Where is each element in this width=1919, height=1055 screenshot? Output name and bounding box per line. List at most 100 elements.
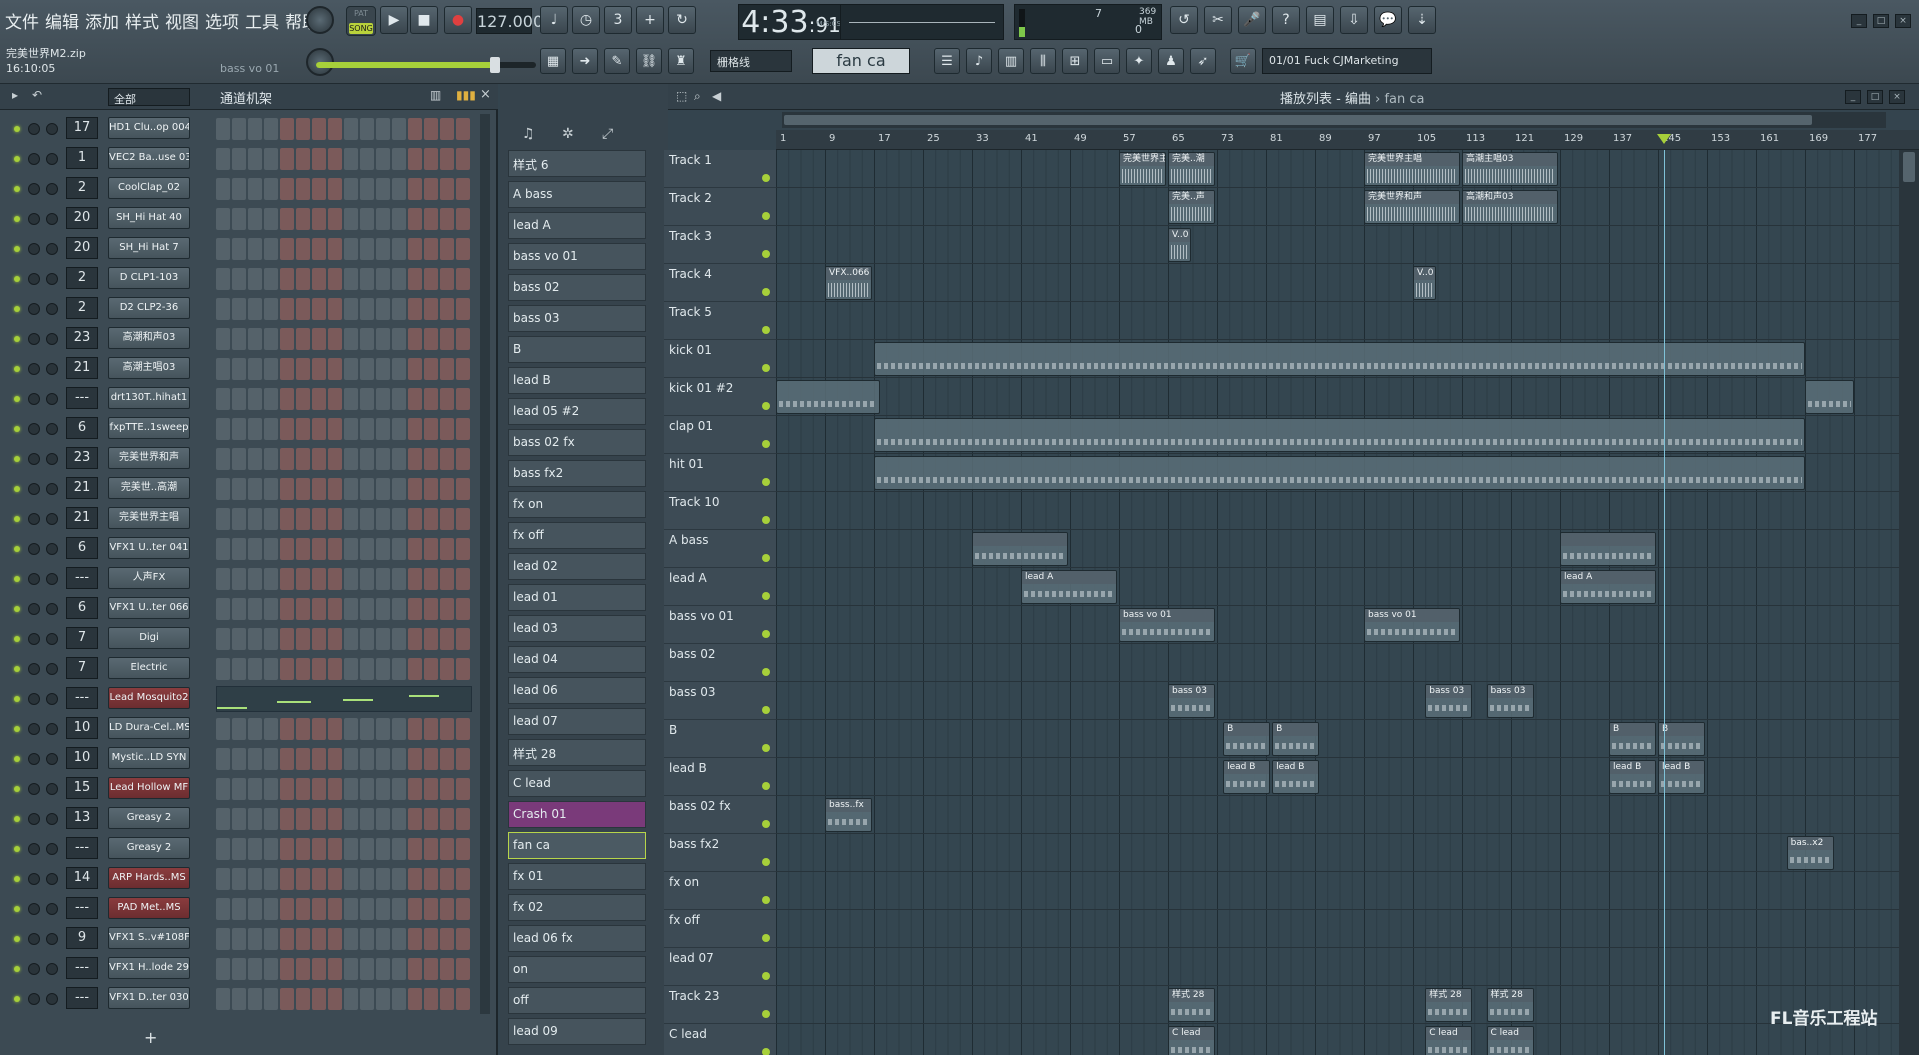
step-button[interactable] xyxy=(456,958,470,980)
rack-menu-icon[interactable]: ▸ xyxy=(12,88,18,102)
step-button[interactable] xyxy=(392,808,406,830)
step-button[interactable] xyxy=(408,358,422,380)
pattern-clip[interactable]: lead A xyxy=(1021,570,1117,604)
step-button[interactable] xyxy=(376,838,390,860)
step-button[interactable] xyxy=(296,718,310,740)
step-button[interactable] xyxy=(328,658,342,680)
channel-mixer-track[interactable]: 7 xyxy=(66,657,98,679)
track-header[interactable]: lead A xyxy=(664,568,776,606)
menu-edit[interactable]: 编辑 xyxy=(44,8,80,33)
track-header[interactable]: B xyxy=(664,720,776,758)
step-button[interactable] xyxy=(424,268,438,290)
step-button[interactable] xyxy=(216,808,230,830)
step-button[interactable] xyxy=(360,178,374,200)
step-button[interactable] xyxy=(456,868,470,890)
audio-clip[interactable]: 完美世界主唱 xyxy=(1119,152,1166,186)
channel-mute-led[interactable] xyxy=(14,636,20,642)
playlist-horizontal-scrollbar[interactable] xyxy=(782,112,1886,128)
step-button[interactable] xyxy=(328,598,342,620)
step-button[interactable] xyxy=(360,328,374,350)
channel-pan-knob[interactable] xyxy=(46,123,58,135)
channel-row[interactable]: 6 VFX1 U..ter 066 xyxy=(0,594,490,624)
channel-row[interactable]: 7 Digi xyxy=(0,624,490,654)
pattern-picker-item[interactable]: lead B xyxy=(508,367,646,394)
step-button[interactable] xyxy=(440,358,454,380)
step-button[interactable] xyxy=(312,658,326,680)
track-header[interactable]: lead 07 xyxy=(664,948,776,986)
step-button[interactable] xyxy=(392,388,406,410)
pattern-picker-item[interactable]: lead 03 xyxy=(508,615,646,642)
channel-mute-led[interactable] xyxy=(14,786,20,792)
channel-volume-knob[interactable] xyxy=(28,783,40,795)
pattern-picker-item[interactable]: fx on xyxy=(508,491,646,518)
drum-clip[interactable] xyxy=(1805,380,1854,414)
pattern-clip[interactable]: lead A xyxy=(1560,570,1656,604)
save-button[interactable]: ▤ xyxy=(1306,6,1334,34)
channel-row[interactable]: 14 ARP Hards..MS xyxy=(0,864,490,894)
step-button[interactable] xyxy=(280,628,294,650)
step-button[interactable] xyxy=(344,988,358,1010)
channel-mute-led[interactable] xyxy=(14,306,20,312)
step-button[interactable] xyxy=(456,448,470,470)
channel-mute-led[interactable] xyxy=(14,996,20,1002)
step-button[interactable] xyxy=(296,178,310,200)
step-button[interactable] xyxy=(424,568,438,590)
step-button[interactable] xyxy=(264,718,278,740)
playlist-button[interactable]: ☰ xyxy=(934,48,960,74)
step-button[interactable] xyxy=(424,208,438,230)
step-button[interactable] xyxy=(280,568,294,590)
step-button[interactable] xyxy=(440,268,454,290)
channel-name-button[interactable]: D CLP1-103 xyxy=(108,267,190,289)
step-button[interactable] xyxy=(216,508,230,530)
step-button[interactable] xyxy=(376,598,390,620)
track-header[interactable]: C lead xyxy=(664,1024,776,1055)
pattern-picker-item[interactable]: lead 06 fx xyxy=(508,925,646,952)
channel-pan-knob[interactable] xyxy=(46,303,58,315)
step-button[interactable] xyxy=(440,958,454,980)
menu-options[interactable]: 选项 xyxy=(204,8,240,33)
pattern-picker-item[interactable]: fx off xyxy=(508,522,646,549)
drum-clip[interactable] xyxy=(874,342,1805,376)
step-button[interactable] xyxy=(408,418,422,440)
step-button[interactable] xyxy=(344,718,358,740)
channel-volume-knob[interactable] xyxy=(28,273,40,285)
step-button[interactable] xyxy=(248,718,262,740)
channel-volume-knob[interactable] xyxy=(28,633,40,645)
playlist-grid[interactable]: 完美世界主唱完美..潮完美世界主唱高潮主唱03完美..声完美世界和声高潮和声03… xyxy=(776,150,1899,1055)
channel-mixer-track[interactable]: 20 xyxy=(66,237,98,259)
step-button[interactable] xyxy=(232,538,246,560)
pattern-selector[interactable]: fan ca xyxy=(812,48,910,74)
step-button[interactable] xyxy=(392,628,406,650)
step-button[interactable] xyxy=(328,238,342,260)
channel-mixer-track[interactable]: --- xyxy=(66,987,98,1009)
track-enable-led[interactable] xyxy=(762,858,770,866)
step-button[interactable] xyxy=(264,478,278,500)
step-button[interactable] xyxy=(440,808,454,830)
channel-name-button[interactable]: 完美世..高潮 xyxy=(108,477,190,499)
step-button[interactable] xyxy=(440,118,454,140)
pattern-picker-item[interactable]: lead 01 xyxy=(508,584,646,611)
step-button[interactable] xyxy=(328,628,342,650)
channel-row[interactable]: 23 高潮和声03 xyxy=(0,324,490,354)
channel-name-button[interactable]: 完美世界主唱 xyxy=(108,507,190,529)
channel-mixer-track[interactable]: --- xyxy=(66,567,98,589)
undo-button[interactable]: ↺ xyxy=(1170,6,1198,34)
step-button[interactable] xyxy=(264,568,278,590)
track-header[interactable]: bass 02 xyxy=(664,644,776,682)
step-button[interactable] xyxy=(360,418,374,440)
step-button[interactable] xyxy=(456,148,470,170)
countdown-button[interactable]: 3 xyxy=(604,6,632,34)
step-button[interactable] xyxy=(344,658,358,680)
step-button[interactable] xyxy=(392,838,406,860)
step-button[interactable] xyxy=(248,238,262,260)
pattern-clip[interactable]: bass 03 xyxy=(1425,684,1473,718)
step-button[interactable] xyxy=(360,358,374,380)
channel-row[interactable]: 7 Electric xyxy=(0,654,490,684)
steps-icon[interactable]: ▮▮▮ xyxy=(456,88,476,102)
step-button[interactable] xyxy=(216,598,230,620)
channel-row[interactable]: --- VFX1 D..ter 030 xyxy=(0,984,490,1014)
step-button[interactable] xyxy=(360,958,374,980)
track-header[interactable]: bass 03 xyxy=(664,682,776,720)
channel-mute-led[interactable] xyxy=(14,216,20,222)
step-button[interactable] xyxy=(264,748,278,770)
